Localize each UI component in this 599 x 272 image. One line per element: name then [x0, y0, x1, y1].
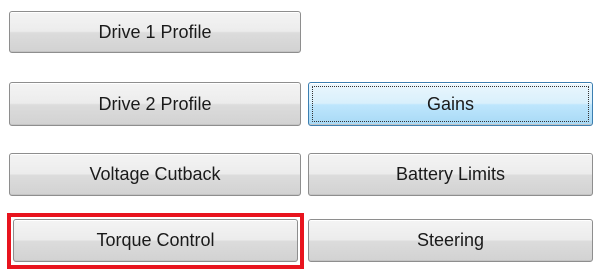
torque-control-button[interactable]: Torque Control [13, 219, 298, 262]
drive-2-profile-button[interactable]: Drive 2 Profile [9, 82, 301, 126]
voltage-cutback-button[interactable]: Voltage Cutback [9, 153, 301, 196]
steering-button[interactable]: Steering [308, 219, 593, 262]
settings-button-panel: Drive 1 Profile Drive 2 Profile Gains Vo… [0, 0, 599, 272]
gains-button[interactable]: Gains [308, 82, 593, 126]
drive-1-profile-button[interactable]: Drive 1 Profile [9, 11, 301, 53]
battery-limits-button[interactable]: Battery Limits [308, 153, 593, 196]
